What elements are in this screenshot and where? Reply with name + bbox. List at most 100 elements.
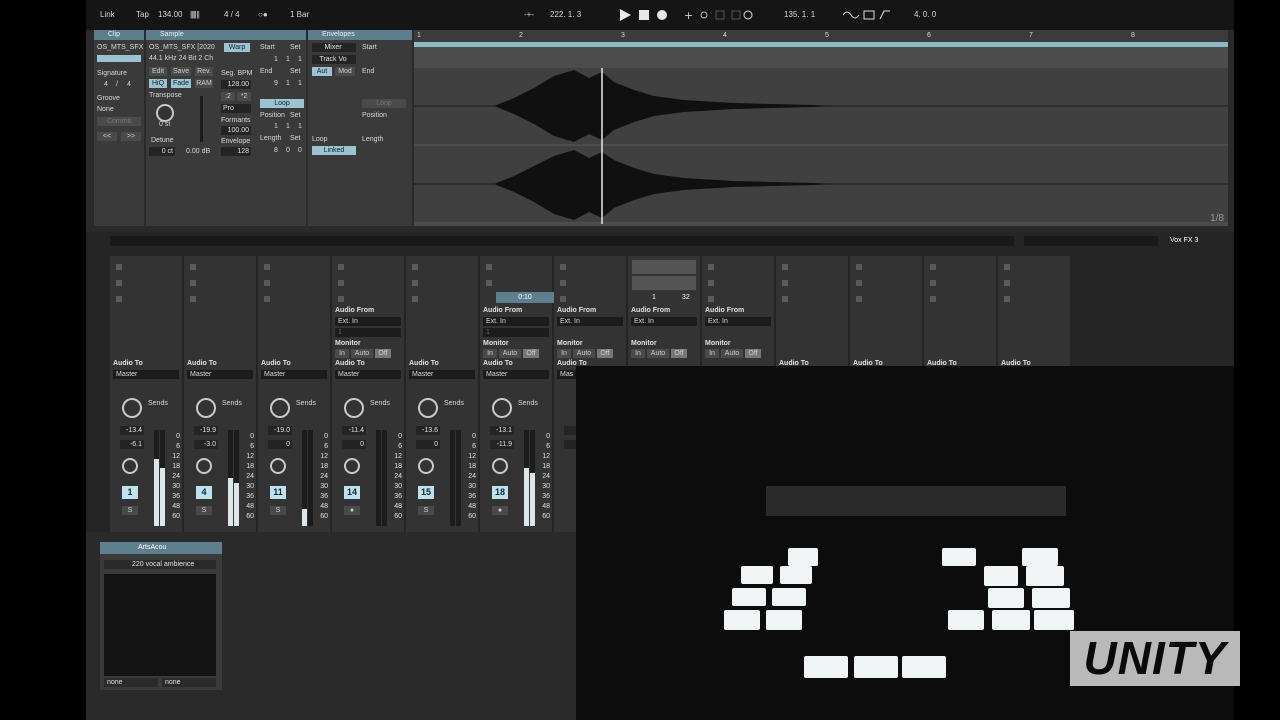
position-sixteenth[interactable]: 1	[298, 123, 302, 130]
signature-numerator[interactable]: 4	[104, 81, 108, 88]
volume-value[interactable]: -11.4	[342, 426, 366, 435]
tap-tempo-button[interactable]: Tap	[136, 10, 149, 19]
reverse-button[interactable]: Rev.	[195, 67, 213, 76]
end-sixteenth[interactable]: 1	[298, 80, 302, 87]
clip-slot[interactable]	[410, 292, 474, 306]
track-1[interactable]: Audio To Master Sends -13.4 -6.1 1 S 061…	[110, 256, 183, 532]
pan-knob[interactable]	[492, 458, 508, 474]
track-activator[interactable]: 15	[418, 486, 434, 499]
preset-select[interactable]: 220 vocal ambience	[104, 560, 216, 569]
pan-value[interactable]: 0	[342, 440, 366, 449]
loop-punch-icons[interactable]	[842, 9, 892, 21]
clip-name[interactable]: OS_MTS_SFX	[97, 44, 143, 51]
monitor-in-button[interactable]: In	[483, 349, 497, 358]
clip-slot[interactable]	[558, 260, 622, 274]
pan-knob[interactable]	[344, 458, 360, 474]
input-channel-select[interactable]: 1	[483, 328, 549, 337]
monitor-auto-button[interactable]: Auto	[573, 349, 595, 358]
clip-slot[interactable]	[780, 260, 844, 274]
volume-value[interactable]: -13.6	[416, 426, 440, 435]
volume-value[interactable]: -13.1	[490, 426, 514, 435]
hiq-button[interactable]: HiQ	[149, 79, 167, 88]
send-knob[interactable]	[418, 398, 438, 418]
overdub-automation-icons[interactable]: +	[684, 9, 754, 21]
start-bar[interactable]: 1	[274, 56, 278, 63]
envelope-control-select[interactable]: Track Vo	[312, 55, 356, 64]
end-set-button[interactable]: Set	[290, 68, 301, 75]
track-activator[interactable]: 18	[492, 486, 508, 499]
link-button[interactable]: Link	[100, 10, 115, 19]
follow-toggle[interactable]: -+-	[524, 10, 534, 19]
time-signature-field[interactable]: 4 / 4	[224, 10, 240, 19]
solo-button[interactable]: S	[418, 506, 434, 515]
loop-brace[interactable]	[414, 42, 1228, 47]
clip-slot[interactable]	[336, 260, 400, 274]
clip-slot[interactable]	[114, 292, 178, 306]
stop-icon[interactable]	[639, 10, 649, 20]
prev-clip-button[interactable]: <<	[97, 132, 117, 141]
seg-bpm-value[interactable]: 128.00	[221, 80, 251, 89]
clip-slot[interactable]	[706, 276, 770, 290]
play-icon[interactable]	[620, 9, 631, 21]
save-button[interactable]: Save	[171, 67, 191, 76]
send-knob[interactable]	[492, 398, 512, 418]
solo-button[interactable]: S	[196, 506, 212, 515]
monitor-auto-button[interactable]: Auto	[499, 349, 521, 358]
length-sixteenth[interactable]: 0	[298, 147, 302, 154]
monitor-auto-button[interactable]: Auto	[721, 349, 743, 358]
track-activator[interactable]: 4	[196, 486, 212, 499]
next-clip-button[interactable]: >>	[121, 132, 141, 141]
monitor-in-button[interactable]: In	[335, 349, 349, 358]
sample-editor[interactable]: 1 2 3 4 5 6 7 8 1/8	[414, 30, 1228, 226]
transpose-value[interactable]: 0 st	[159, 121, 170, 128]
length-set-button[interactable]: Set	[290, 135, 301, 142]
audio-from-select[interactable]: Ext. In	[631, 317, 697, 326]
pan-value[interactable]: 0	[268, 440, 292, 449]
clip-slot[interactable]	[484, 260, 548, 274]
volume-value[interactable]: -13.4	[120, 426, 144, 435]
end-bar[interactable]: 9	[274, 80, 278, 87]
track-activator[interactable]: 1	[122, 486, 138, 499]
double-tempo-button[interactable]: *2	[237, 92, 251, 101]
solo-button[interactable]: S	[270, 506, 286, 515]
arm-button[interactable]: ●	[492, 506, 508, 515]
quantization-select[interactable]: 1 Bar	[290, 10, 309, 19]
arm-button[interactable]: ●	[344, 506, 360, 515]
linked-button[interactable]: Linked	[312, 146, 356, 155]
half-tempo-button[interactable]: :2	[221, 92, 235, 101]
audio-to-select[interactable]: Master	[409, 370, 475, 379]
warp-button[interactable]: Warp	[224, 43, 250, 52]
song-position-field[interactable]: 222. 1. 3	[550, 10, 581, 19]
signature-denominator[interactable]: 4	[127, 81, 131, 88]
audio-from-select[interactable]: Ext. In	[483, 317, 549, 326]
track-activator[interactable]: 11	[270, 486, 286, 499]
track-4[interactable]: Audio To Master Sends -19.9 -3.0 4 S 061…	[184, 256, 257, 532]
monitor-off-button[interactable]: Off	[523, 349, 539, 358]
tempo-field[interactable]: 134.00	[158, 10, 182, 19]
clip-slot[interactable]	[928, 260, 992, 274]
track-15[interactable]: Audio To Master Sends -13.6 0 15 S 0 6 12 1…	[406, 256, 479, 532]
monitor-in-button[interactable]: In	[631, 349, 645, 358]
envelope-device-select[interactable]: Mixer	[312, 43, 356, 52]
clip-slot[interactable]	[336, 292, 400, 306]
nudge-buttons[interactable]: ||||| ||	[190, 10, 200, 19]
monitor-in-button[interactable]: In	[557, 349, 571, 358]
loop-length-field[interactable]: 4. 0. 0	[914, 10, 936, 19]
clip-slot[interactable]	[336, 276, 400, 290]
clip-slot[interactable]	[928, 276, 992, 290]
record-icon[interactable]	[656, 9, 668, 21]
gain-value[interactable]: 0.00 dB	[186, 148, 210, 155]
send-knob[interactable]	[344, 398, 364, 418]
monitor-off-button[interactable]: Off	[375, 349, 391, 358]
clip-slot[interactable]	[854, 260, 918, 274]
monitor-off-button[interactable]: Off	[597, 349, 613, 358]
clip-slot[interactable]	[1002, 292, 1066, 306]
clip-slot[interactable]	[928, 292, 992, 306]
position-set-button[interactable]: Set	[290, 112, 301, 119]
groove-select[interactable]: None	[97, 106, 114, 113]
warp-mode-select[interactable]: Pro	[221, 104, 251, 113]
envelope-value[interactable]: 128	[221, 147, 251, 156]
metronome-toggle[interactable]: ○●	[258, 10, 268, 19]
gain-slider[interactable]	[200, 96, 203, 142]
clip-slot[interactable]	[188, 260, 252, 274]
